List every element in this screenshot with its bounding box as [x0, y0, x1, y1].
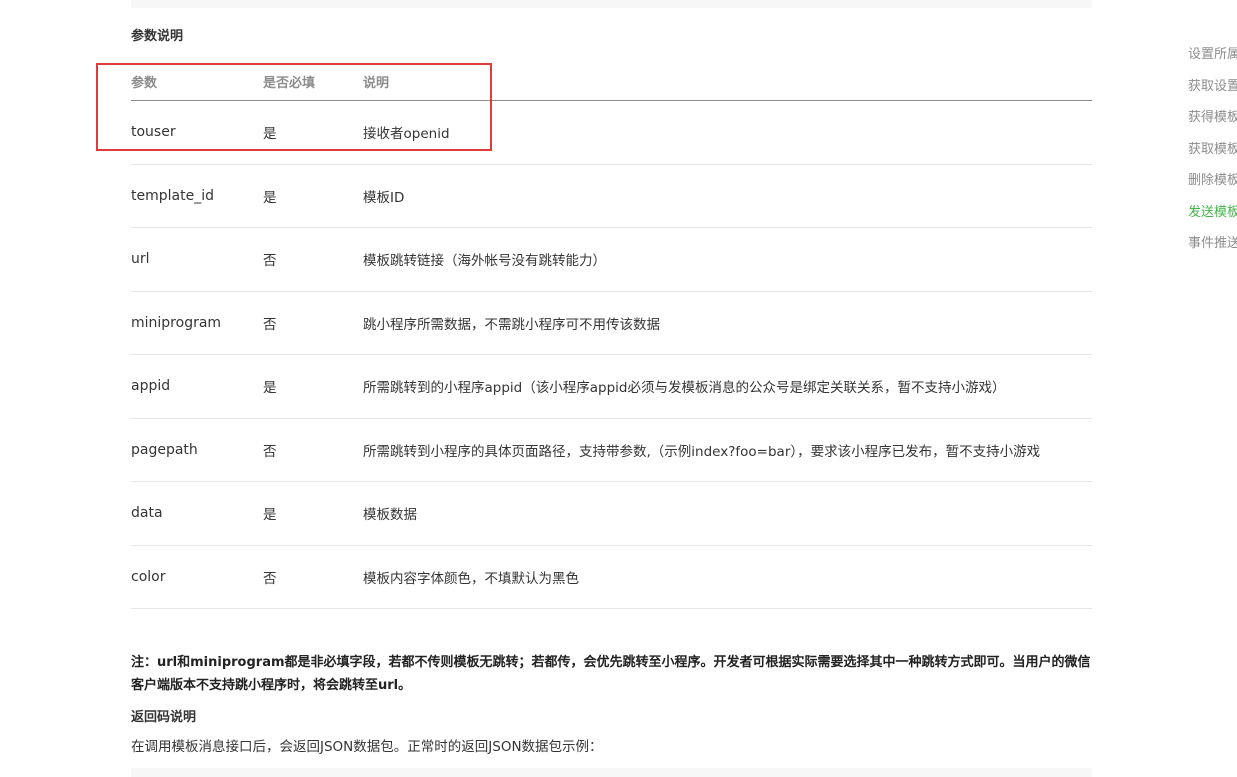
param-description: 模板内容字体颜色，不填默认为黑色: [363, 570, 579, 587]
nav-item-get-template-id[interactable]: 获得模板ID: [1188, 105, 1237, 137]
param-name: data: [131, 505, 163, 522]
param-name: pagepath: [131, 441, 198, 458]
param-required: 否: [263, 316, 277, 333]
header-required: 是否必填: [263, 76, 316, 91]
param-name: color: [131, 568, 166, 585]
param-required: 否: [263, 443, 277, 460]
param-name: miniprogram: [131, 314, 222, 331]
nav-item-delete-template[interactable]: 删除模板: [1188, 168, 1237, 200]
header-param: 参数: [131, 76, 158, 91]
table-row: data 是 模板数据: [131, 482, 1092, 546]
nav-item-event-push[interactable]: 事件推送: [1188, 231, 1237, 263]
param-required: 否: [263, 570, 277, 587]
param-description: 接收者openid: [363, 126, 450, 143]
param-required: 是: [263, 380, 277, 397]
return-section-title: 返回码说明: [131, 710, 197, 725]
table-row: appid 是 所需跳转到的小程序appid（该小程序appid必须与发模板消息…: [131, 355, 1092, 419]
param-description: 所需跳转到小程序的具体页面路径，支持带参数,（示例index?foo=bar），…: [363, 443, 1041, 460]
params-table: 参数 是否必填 说明 touser 是 接收者openid template_i…: [131, 60, 1092, 609]
param-name: template_id: [131, 187, 214, 204]
doc-page: 参数说明 参数 是否必填 说明 touser 是 接收者openid templ…: [0, 0, 1237, 777]
nav-item-set-industry[interactable]: 设置所属行业: [1188, 42, 1237, 74]
param-description: 所需跳转到的小程序appid（该小程序appid必须与发模板消息的公众号是绑定关…: [363, 380, 1006, 397]
note-paragraph: 注：url和miniprogram都是非必填字段，若都不传则模板无跳转；若都传，…: [131, 655, 1091, 693]
table-row: url 否 模板跳转链接（海外帐号没有跳转能力）: [131, 228, 1092, 292]
param-description: 模板ID: [363, 189, 405, 206]
param-name: appid: [131, 378, 171, 395]
right-nav: 设置所属行业 获取设置的行业信息 获得模板ID 获取模板列表 删除模板 发送模板…: [1188, 42, 1237, 263]
table-row: pagepath 否 所需跳转到小程序的具体页面路径，支持带参数,（示例inde…: [131, 419, 1092, 482]
param-description: 跳小程序所需数据，不需跳小程序可不用传该数据: [363, 316, 660, 333]
param-required: 是: [263, 126, 277, 143]
params-section-title: 参数说明: [131, 29, 184, 44]
table-row: miniprogram 否 跳小程序所需数据，不需跳小程序可不用传该数据: [131, 292, 1092, 355]
header-description: 说明: [363, 76, 390, 91]
param-required: 否: [263, 253, 277, 270]
nav-item-send-template[interactable]: 发送模板消息: [1188, 200, 1237, 232]
return-section-body: 在调用模板消息接口后，会返回JSON数据包。正常时的返回JSON数据包示例：: [131, 739, 603, 755]
param-required: 是: [263, 189, 277, 206]
table-row: touser 是 接收者openid: [131, 101, 1092, 165]
param-required: 是: [263, 507, 277, 524]
param-name: touser: [131, 124, 176, 141]
param-description: 模板数据: [363, 507, 417, 524]
table-row: template_id 是 模板ID: [131, 165, 1092, 228]
code-block-bottom: [131, 768, 1092, 777]
param-name: url: [131, 251, 150, 268]
table-header: 参数 是否必填 说明: [131, 60, 1092, 101]
nav-item-get-template-list[interactable]: 获取模板列表: [1188, 137, 1237, 169]
param-description: 模板跳转链接（海外帐号没有跳转能力）: [363, 253, 606, 270]
nav-item-get-industry[interactable]: 获取设置的行业信息: [1188, 74, 1237, 106]
table-row: color 否 模板内容字体颜色，不填默认为黑色: [131, 546, 1092, 609]
code-block-top: [131, 0, 1092, 8]
